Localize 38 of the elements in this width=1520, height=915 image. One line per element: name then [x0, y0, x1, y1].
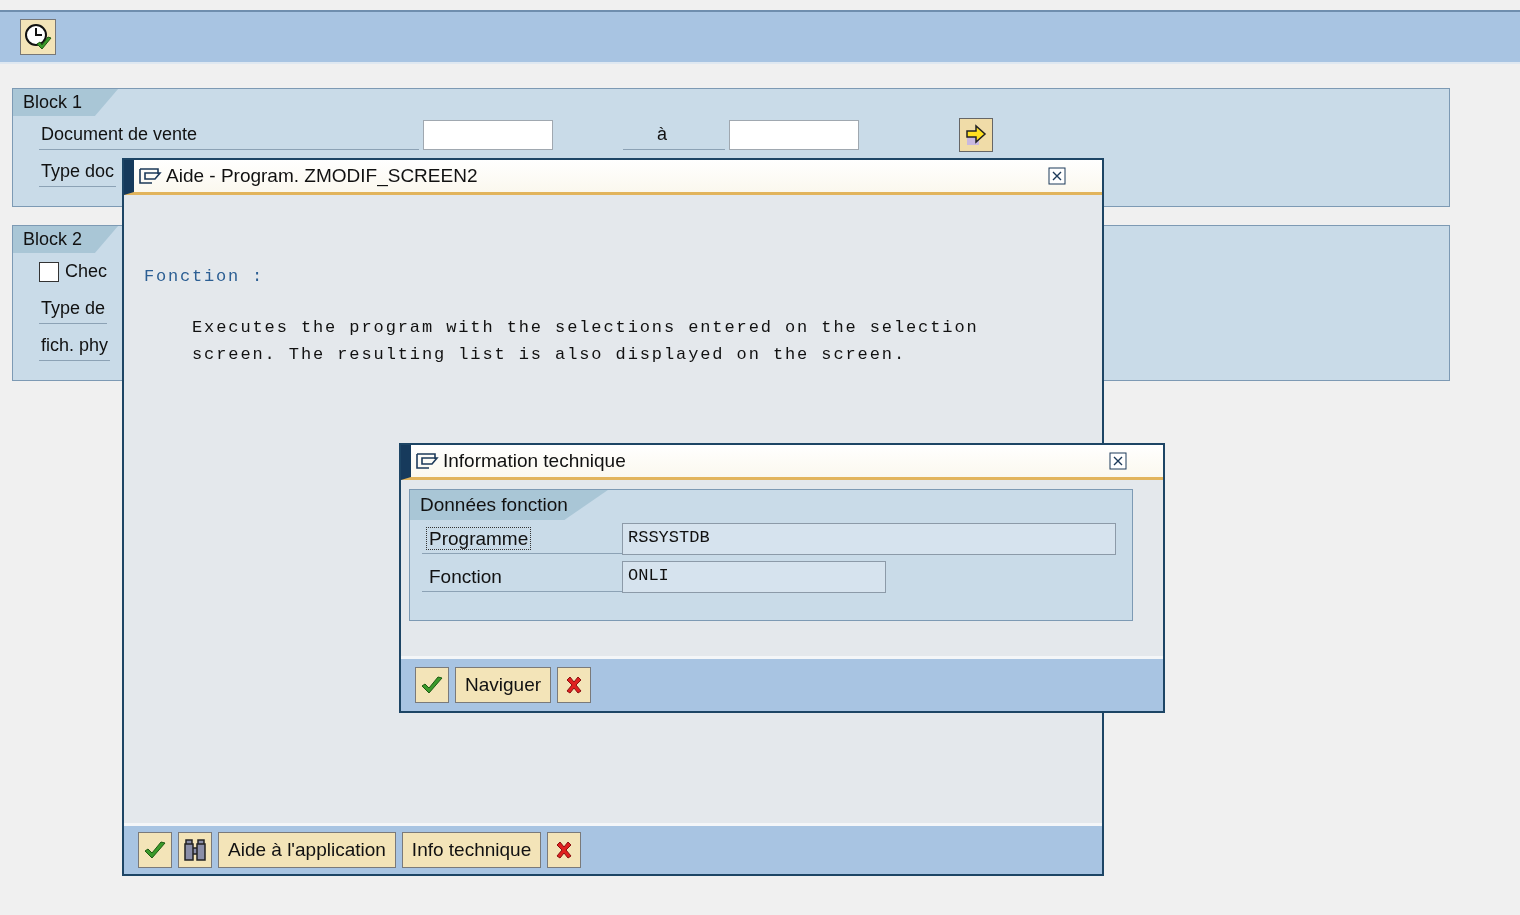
close-icon[interactable] [1048, 167, 1066, 185]
range-separator: à [623, 119, 725, 150]
clock-check-icon [23, 22, 53, 52]
block-title: Block 1 [13, 89, 119, 116]
confirm-button[interactable] [138, 832, 172, 868]
group-title: Données fonction [410, 490, 608, 520]
field-label: Document de vente [39, 119, 419, 150]
block-title: Block 2 [13, 226, 119, 253]
window-icon [138, 166, 162, 186]
field-label: Fonction [428, 564, 503, 588]
input-field[interactable] [729, 119, 859, 150]
multiple-selection-button[interactable] [959, 117, 993, 152]
checkbox-label: Chec [65, 261, 108, 282]
field-label: Type doc [39, 156, 117, 187]
field-label: Type de [39, 293, 108, 324]
binoculars-icon [183, 838, 207, 862]
checkbox[interactable] [39, 261, 59, 282]
help-text: Executes the program with the selections entered on the selection screen. The resulting list is also displayed on the screen. [192, 317, 980, 366]
check-icon [143, 840, 167, 860]
cancel-button[interactable] [557, 667, 592, 703]
check-icon [420, 675, 444, 695]
section-heading: Fonction : [144, 267, 266, 286]
field-label: Programme [426, 526, 532, 550]
close-icon[interactable] [1109, 452, 1127, 470]
dialog-title: Aide - Program. ZMODIF_SCREEN2 [166, 165, 479, 187]
cancel-button[interactable] [547, 832, 582, 868]
confirm-button[interactable] [415, 667, 449, 703]
find-button[interactable] [178, 832, 212, 868]
input-field[interactable] [423, 119, 553, 150]
window-icon [415, 451, 439, 471]
field-label: fich. phy [39, 330, 111, 361]
dialog-button[interactable]: Naviguer [455, 667, 552, 703]
execute-button[interactable] [20, 19, 56, 55]
output-field: RSSYSTDB [622, 523, 1116, 555]
dialog-button[interactable]: Aide à l'application [218, 832, 396, 868]
dialog-button[interactable]: Info technique [401, 832, 542, 868]
output-field: ONLI [622, 561, 886, 593]
dialog-title: Information technique [443, 450, 627, 472]
